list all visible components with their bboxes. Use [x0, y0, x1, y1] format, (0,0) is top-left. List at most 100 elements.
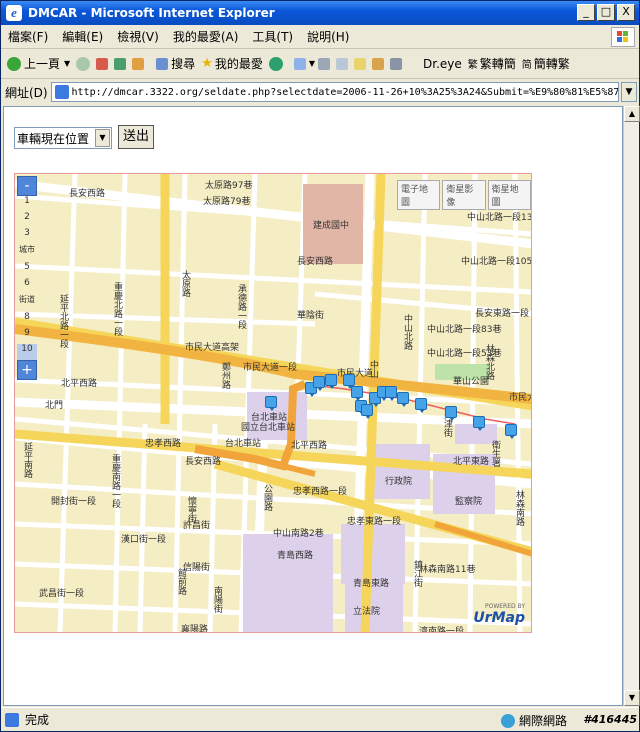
address-input[interactable]: http://dmcar.3322.org/seldate.php?select… [51, 82, 619, 102]
vehicle-marker[interactable] [313, 376, 325, 391]
vehicle-marker[interactable] [473, 416, 485, 431]
chevron-down-icon[interactable]: ▼ [95, 129, 110, 147]
vehicle-marker[interactable] [445, 406, 457, 421]
map-type-hybrid[interactable]: 衛星地圖 [487, 180, 531, 210]
vertical-scrollbar[interactable]: ▲ ▼ [623, 106, 640, 706]
tool-icon[interactable] [390, 57, 403, 70]
vehicle-marker[interactable] [415, 398, 427, 413]
street-label: 延平北路一段 [58, 294, 68, 348]
address-dropdown-button[interactable]: ▼ [621, 82, 637, 102]
zoom-level-8[interactable]: 8 [17, 312, 37, 328]
maximize-button[interactable]: □ [597, 4, 615, 21]
dreye-button[interactable]: Dr.eye [423, 57, 462, 71]
stop-icon[interactable] [96, 57, 109, 70]
vehicle-marker[interactable] [385, 386, 397, 401]
vehicle-marker[interactable] [325, 374, 337, 389]
discuss-icon[interactable] [354, 57, 367, 70]
address-bar: 網址(D) http://dmcar.3322.org/seldate.php?… [1, 79, 639, 105]
back-arrow-icon [7, 56, 21, 71]
to-traditional-button[interactable]: 繁 繁轉簡 [468, 55, 516, 72]
zoom-level-6[interactable]: 6 [17, 278, 37, 294]
map-type-electronic[interactable]: 電子地圖 [397, 180, 441, 210]
street-label: 鎮江街 [412, 560, 422, 587]
back-label: 上一頁 [24, 57, 61, 71]
windows-logo-icon [611, 27, 635, 47]
street-label: 長安西路 [297, 257, 334, 267]
street-label: 長安西路 [69, 189, 106, 199]
street-label: 公園路 [262, 484, 272, 511]
submit-button[interactable]: 送出 [118, 125, 154, 149]
vehicle-marker[interactable] [397, 392, 409, 407]
favorites-button[interactable]: ★ 我的最愛 [201, 55, 263, 72]
street-label: 行政院 [385, 477, 413, 487]
street-label: 華陰街 [297, 311, 325, 321]
security-zone: 網際網路 [501, 712, 567, 729]
toolbar: 上一頁 ▼ 搜尋 ★ 我的最愛 ▼ Dr.eye 繁 繁轉簡 简 簡轉繁 [1, 49, 639, 79]
map-type-bar: 電子地圖 衛星影像 衛星地圖 [397, 180, 531, 210]
chevron-down-icon[interactable]: ▼ [309, 59, 315, 68]
scroll-up-icon[interactable]: ▲ [624, 106, 640, 122]
vehicle-select[interactable]: 車輛現在位置 ▼ [14, 127, 112, 149]
zoom-level-9[interactable]: 9 [17, 328, 37, 344]
back-button[interactable]: 上一頁 ▼ [7, 55, 70, 72]
close-button[interactable]: X [617, 4, 635, 21]
page-content: 車輛現在位置 ▼ 送出 - 1 2 3 城市 5 6 街道 8 9 10 + 電… [3, 106, 623, 706]
minimize-button[interactable]: _ [577, 4, 595, 21]
search-label: 搜尋 [171, 57, 196, 71]
messenger-icon[interactable] [372, 57, 385, 70]
street-label: 開封街一段 [51, 497, 97, 507]
favorites-label: 我的最愛 [214, 57, 263, 71]
traditional-icon: 繁 [467, 60, 478, 71]
map-view[interactable]: - 1 2 3 城市 5 6 街道 8 9 10 + 電子地圖 衛星影像 衛星地… [14, 173, 532, 633]
print-icon[interactable] [318, 57, 331, 70]
zoom-out-button[interactable]: - [17, 176, 37, 196]
zoom-level-2[interactable]: 2 [17, 212, 37, 228]
street-label: 漢口街一段 [121, 535, 167, 545]
street-label: 承德路一段 [236, 284, 246, 329]
to-simplified-button[interactable]: 简 簡轉繁 [522, 55, 570, 72]
street-label: 台北車站 [225, 439, 262, 449]
scroll-down-icon[interactable]: ▼ [624, 690, 640, 706]
street-label: 青島東路 [353, 579, 390, 589]
chevron-down-icon[interactable]: ▼ [64, 59, 70, 68]
zoom-level-5[interactable]: 5 [17, 262, 37, 278]
street-label: 北平西路 [291, 441, 328, 451]
street-label: 北平東路 [453, 457, 490, 467]
menu-file[interactable]: 檔案(F) [1, 28, 55, 45]
mail-icon[interactable] [293, 57, 306, 70]
edit-icon[interactable] [336, 57, 349, 70]
menu-bar: 檔案(F) 編輯(E) 檢視(V) 我的最愛(A) 工具(T) 說明(H) [1, 25, 639, 49]
page-icon [55, 85, 69, 99]
menu-view[interactable]: 檢視(V) [110, 28, 166, 45]
street-label: 中山北路 [402, 314, 412, 350]
zoom-level-3[interactable]: 3 [17, 228, 37, 244]
menu-edit[interactable]: 編輯(E) [55, 28, 110, 45]
search-button[interactable]: 搜尋 [153, 55, 195, 72]
vehicle-marker[interactable] [361, 404, 373, 419]
history-icon[interactable] [268, 56, 283, 71]
street-label: 長安西路 [185, 457, 222, 467]
forward-arrow-icon[interactable] [76, 56, 91, 71]
vehicle-marker[interactable] [265, 396, 277, 411]
menu-help[interactable]: 說明(H) [300, 28, 356, 45]
vehicle-marker[interactable] [351, 386, 363, 401]
street-label: 延平南路 [22, 442, 32, 478]
vehicle-marker[interactable] [343, 374, 355, 389]
zoom-in-button[interactable]: + [17, 360, 37, 380]
simplified-icon: 简 [521, 60, 532, 71]
zoom-level-10[interactable]: 10 [17, 344, 37, 360]
home-icon[interactable] [132, 57, 145, 70]
to-simplified-label: 簡轉繁 [533, 57, 570, 71]
map-type-satellite[interactable]: 衛星影像 [442, 180, 486, 210]
status-bar: 完成 網際網路 [1, 707, 639, 731]
street-label: 林森南路11巷 [419, 565, 476, 575]
refresh-icon[interactable] [114, 57, 127, 70]
street-label: 太原路 [180, 270, 190, 297]
menu-favorites[interactable]: 我的最愛(A) [166, 28, 246, 45]
menu-tools[interactable]: 工具(T) [245, 28, 300, 45]
street-label: 中山北路一段135巷 [467, 213, 532, 223]
street-label: 重慶南路一段 [110, 454, 120, 508]
status-text: 完成 [25, 713, 50, 727]
vehicle-marker[interactable] [505, 424, 517, 439]
zoom-level-1[interactable]: 1 [17, 196, 37, 212]
